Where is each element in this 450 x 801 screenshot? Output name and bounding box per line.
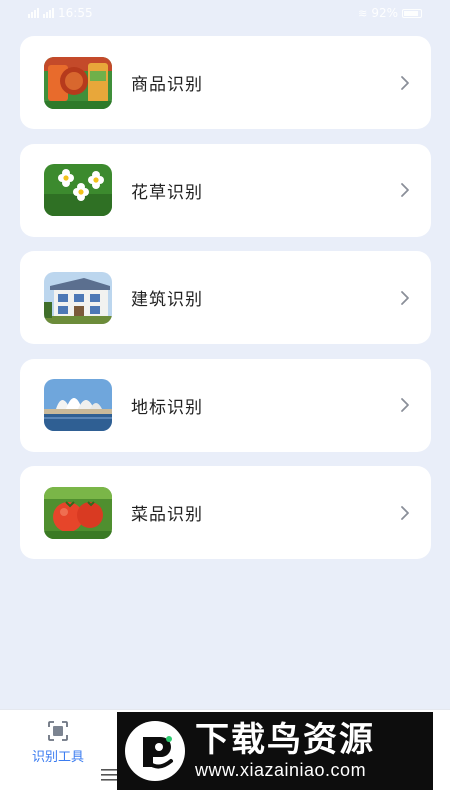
watermark-text: 下载鸟资源 www.xiazainiao.com (195, 721, 375, 781)
chevron-right-icon (397, 75, 413, 91)
building-thumbnail (44, 271, 112, 324)
card-label: 花草识别 (131, 182, 203, 203)
scan-icon (47, 720, 69, 742)
chevron-right-icon (397, 397, 413, 413)
status-right: ≋ 92% (358, 6, 422, 20)
card-landmark[interactable]: 地标识别 (20, 358, 431, 452)
card-label: 地标识别 (131, 397, 203, 418)
chevron-right-icon (397, 182, 413, 198)
battery-icon (402, 8, 422, 18)
flowers-thumbnail (44, 164, 112, 216)
card-building[interactable]: 建筑识别 (20, 251, 431, 344)
watermark-title: 下载鸟资源 (195, 720, 375, 760)
card-label: 建筑识别 (131, 290, 203, 310)
watermark-banner: 下载鸟资源 www.xiazainiao.com (117, 712, 433, 790)
bird-logo-icon (123, 719, 187, 783)
tab-recognition-tools[interactable]: 识别工具 (18, 720, 98, 765)
signal-icon (28, 8, 39, 18)
card-vegetables[interactable]: 菜品识别 (20, 466, 431, 559)
status-bar: 16:55 ≋ 92% (0, 0, 450, 26)
watermark-url: www.xiazainiao.com (195, 760, 367, 780)
signal-icon-2 (43, 8, 54, 18)
wifi-icon: ≋ (358, 6, 368, 20)
battery-percent: 92% (371, 6, 398, 20)
card-flowers[interactable]: 花草识别 (20, 143, 431, 237)
chevron-right-icon (397, 505, 413, 521)
card-label: 商品识别 (131, 75, 203, 95)
status-left: 16:55 (28, 6, 93, 20)
chevron-right-icon (397, 290, 413, 306)
status-time: 16:55 (58, 6, 93, 20)
vegetables-thumbnail (44, 486, 112, 539)
landmark-thumbnail (44, 379, 112, 431)
card-label: 菜品识别 (131, 505, 203, 525)
products-thumbnail (44, 56, 112, 109)
menu-icon[interactable] (100, 768, 118, 782)
recognition-list: 商品识别 花草识别 建筑识别 地标识别 菜品识别 (20, 36, 431, 574)
card-products[interactable]: 商品识别 (20, 36, 431, 129)
tab-label: 识别工具 (31, 750, 84, 765)
